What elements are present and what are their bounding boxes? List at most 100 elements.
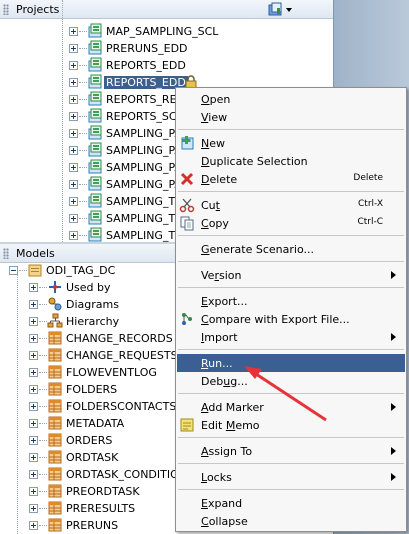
menu-item-label: Import — [201, 331, 238, 344]
mnemonic-letter: E — [201, 497, 208, 510]
expand-icon[interactable] — [29, 300, 38, 309]
expand-icon[interactable] — [29, 436, 38, 445]
expand-icon[interactable] — [69, 27, 78, 36]
menu-item-locks[interactable]: Locks — [177, 468, 405, 486]
menu-item-expand[interactable]: Expand — [177, 494, 405, 512]
collapse-icon[interactable] — [9, 266, 18, 275]
expand-icon[interactable] — [69, 163, 78, 172]
menu-item-open[interactable]: Open — [177, 90, 405, 108]
expand-icon[interactable] — [29, 317, 38, 326]
menu-separator — [178, 287, 404, 288]
menu-item-view[interactable]: View — [177, 108, 405, 126]
expand-icon[interactable] — [29, 351, 38, 360]
expand-icon[interactable] — [69, 129, 78, 138]
project-tree-item[interactable]: MAP_SAMPLING_SCL — [0, 23, 333, 40]
package-icon — [87, 57, 103, 73]
menu-item-shortcut: Delete — [353, 173, 383, 183]
menu-item-export[interactable]: Export... — [177, 292, 405, 310]
project-item-label: SAMPLING_PA — [106, 127, 182, 140]
expand-icon[interactable] — [69, 146, 78, 155]
expand-icon[interactable] — [29, 453, 38, 462]
grip-icon[interactable] — [3, 4, 9, 15]
package-icon — [87, 159, 103, 175]
expand-icon[interactable] — [69, 214, 78, 223]
projects-pane-title: Projects — [16, 3, 60, 16]
expand-icon[interactable] — [29, 470, 38, 479]
mnemonic-letter: O — [201, 93, 210, 106]
diagrams-icon — [47, 296, 63, 312]
menu-item-delete[interactable]: Delete Delete — [177, 170, 405, 188]
tree-connector — [79, 99, 87, 100]
datastore-icon — [47, 330, 63, 346]
menu-item-import[interactable]: Import — [177, 328, 405, 346]
menu-separator — [178, 489, 404, 490]
compare-icon — [179, 311, 195, 327]
tree-connector — [79, 218, 87, 219]
menu-item-label: Add Marker — [201, 401, 264, 414]
mnemonic-letter: r — [214, 269, 219, 282]
expand-icon[interactable] — [29, 487, 38, 496]
grip-icon[interactable] — [3, 248, 9, 259]
expand-icon[interactable] — [69, 197, 78, 206]
menu-item-copy[interactable]: Copy Ctrl-C — [177, 214, 405, 232]
projects-toolbar-menu-button[interactable] — [267, 2, 293, 17]
model-root-label: ODI_TAG_DC — [46, 264, 116, 277]
mnemonic-letter: I — [201, 331, 205, 344]
expand-icon[interactable] — [69, 61, 78, 70]
submenu-arrow-icon — [391, 271, 396, 279]
tree-connector — [79, 31, 87, 32]
expand-icon[interactable] — [69, 180, 78, 189]
menu-item-label: Version — [201, 269, 242, 282]
menu-item-debug[interactable]: Debug... — [177, 372, 405, 390]
expand-icon[interactable] — [29, 402, 38, 411]
expand-icon[interactable] — [69, 44, 78, 53]
model-item-label: METADATA — [66, 417, 125, 430]
expand-icon[interactable] — [29, 521, 38, 530]
mnemonic-letter: E — [201, 295, 208, 308]
delete-icon — [179, 171, 195, 187]
tree-connector — [39, 355, 47, 356]
expand-icon[interactable] — [69, 78, 78, 87]
menu-separator — [178, 349, 404, 350]
package-icon — [87, 23, 103, 39]
expand-icon[interactable] — [29, 283, 38, 292]
menu-item-label: Locks — [201, 471, 232, 484]
menu-item-edit-memo[interactable]: Edit Memo — [177, 416, 405, 434]
expand-icon[interactable] — [69, 112, 78, 121]
model-item-label: PRERESULTS — [66, 502, 136, 515]
menu-item-assign-to[interactable]: Assign To — [177, 442, 405, 460]
menu-item-add-marker[interactable]: Add Marker — [177, 398, 405, 416]
menu-item-cut[interactable]: Cut Ctrl-X — [177, 196, 405, 214]
menu-separator — [178, 261, 404, 262]
menu-item-label: Copy — [201, 217, 229, 230]
datastore-icon — [47, 347, 63, 363]
tree-connector — [79, 150, 87, 151]
menu-item-run[interactable]: Run... — [177, 354, 405, 372]
datastore-icon — [47, 364, 63, 380]
menu-item-compare-with-export-file[interactable]: Compare with Export File... — [177, 310, 405, 328]
expand-icon[interactable] — [69, 95, 78, 104]
menu-item-collapse[interactable]: Collapse — [177, 512, 405, 530]
menu-item-version[interactable]: Version — [177, 266, 405, 284]
tree-connector — [39, 372, 47, 373]
project-item-label: MAP_SAMPLING_SCL — [106, 25, 219, 38]
expand-icon[interactable] — [29, 419, 38, 428]
project-tree-item[interactable]: REPORTS_EDD — [0, 57, 333, 74]
expand-icon[interactable] — [29, 334, 38, 343]
expand-icon[interactable] — [69, 231, 78, 240]
project-tree-item[interactable]: PRERUNS_EDD — [0, 40, 333, 57]
mnemonic-letter: D — [201, 155, 210, 168]
menu-item-label: Assign To — [201, 445, 253, 458]
expand-icon[interactable] — [29, 504, 38, 513]
submenu-arrow-icon — [391, 447, 396, 455]
model-item-label: Hierarchy — [66, 315, 120, 328]
menu-item-new[interactable]: New — [177, 134, 405, 152]
tree-connector — [39, 457, 47, 458]
menu-item-generate-scenario[interactable]: Generate Scenario... — [177, 240, 405, 258]
expand-icon[interactable] — [29, 368, 38, 377]
tree-connector — [39, 525, 47, 526]
package-icon — [87, 210, 103, 226]
model-item-label: FOLDERS — [66, 383, 118, 396]
menu-item-duplicate-selection[interactable]: Duplicate Selection — [177, 152, 405, 170]
expand-icon[interactable] — [29, 385, 38, 394]
